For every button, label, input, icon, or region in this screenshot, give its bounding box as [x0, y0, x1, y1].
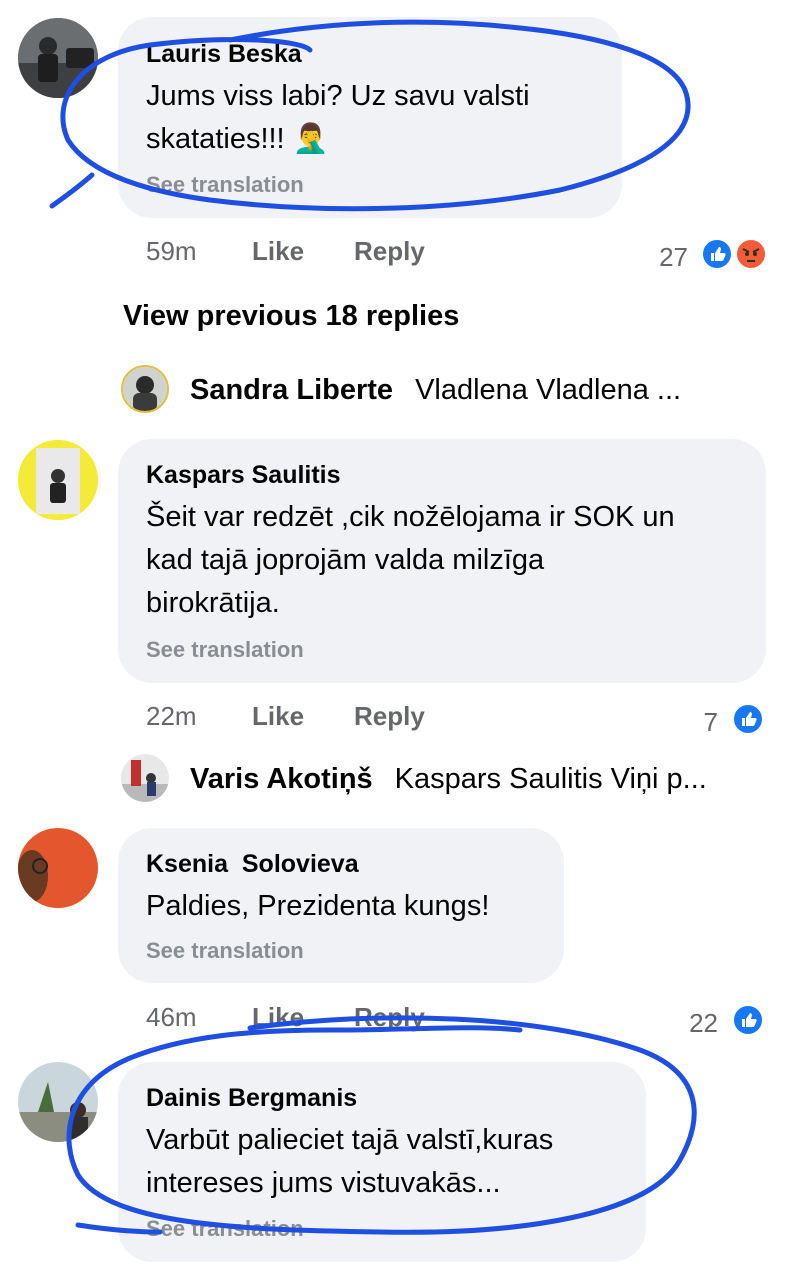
avatar[interactable]: [121, 754, 169, 802]
avatar[interactable]: [18, 1062, 98, 1142]
avatar[interactable]: [121, 365, 169, 413]
reply-author[interactable]: Varis Akotiņš: [190, 763, 373, 795]
reaction-count[interactable]: 27: [640, 242, 688, 273]
comment-time[interactable]: 46m: [146, 1002, 197, 1033]
see-translation-link[interactable]: See translation: [146, 637, 304, 663]
comment-author[interactable]: Ksenia Solovieva: [146, 850, 359, 879]
comment-text: Jums viss labi? Uz savu valsti skataties…: [146, 80, 530, 155]
angry-icon: [734, 237, 768, 271]
reply-button[interactable]: Reply: [354, 1002, 425, 1033]
reply-author[interactable]: Sandra Liberte: [190, 374, 393, 406]
avatar[interactable]: [18, 440, 98, 520]
reply-button[interactable]: Reply: [354, 236, 425, 267]
reply-text: Kaspars Saulitis Viņi p...: [394, 763, 707, 795]
like-icon[interactable]: [731, 1003, 765, 1037]
avatar[interactable]: [18, 18, 98, 98]
like-icon[interactable]: [731, 702, 765, 736]
like-icon: [700, 237, 734, 271]
comment-author[interactable]: Kaspars Saulitis: [146, 461, 341, 490]
like-button[interactable]: Like: [252, 236, 304, 267]
reaction-count[interactable]: 22: [660, 1008, 718, 1039]
comment-time[interactable]: 59m: [146, 236, 197, 267]
view-previous-replies-link[interactable]: View previous 18 replies: [123, 300, 459, 333]
comment-text: Paldies, Prezidenta kungs!: [146, 890, 490, 922]
see-translation-link[interactable]: See translation: [146, 172, 304, 198]
reaction-count[interactable]: 7: [660, 707, 718, 738]
comment-time[interactable]: 22m: [146, 701, 197, 732]
comment-author[interactable]: Dainis Bergmanis: [146, 1084, 357, 1113]
reply-button[interactable]: Reply: [354, 701, 425, 732]
comment-text: Šeit var redzēt ,cik nožēlojama ir SOK u…: [146, 501, 675, 619]
see-translation-link[interactable]: See translation: [146, 1216, 304, 1242]
reaction-icons[interactable]: [700, 237, 772, 273]
see-translation-link[interactable]: See translation: [146, 938, 304, 964]
comment-text: Varbūt palieciet tajā valstī,kuras inter…: [146, 1124, 554, 1199]
like-button[interactable]: Like: [252, 1002, 304, 1033]
reply-text: Vladlena Vladlena ...: [415, 374, 682, 406]
like-button[interactable]: Like: [252, 701, 304, 732]
reply-preview[interactable]: Varis Akotiņš Kaspars Saulitis Viņi p...: [190, 763, 707, 796]
avatar[interactable]: [18, 828, 98, 908]
comment-author[interactable]: Lauris Beska: [146, 40, 302, 69]
reply-preview[interactable]: Sandra Liberte Vladlena Vladlena ...: [190, 374, 681, 407]
